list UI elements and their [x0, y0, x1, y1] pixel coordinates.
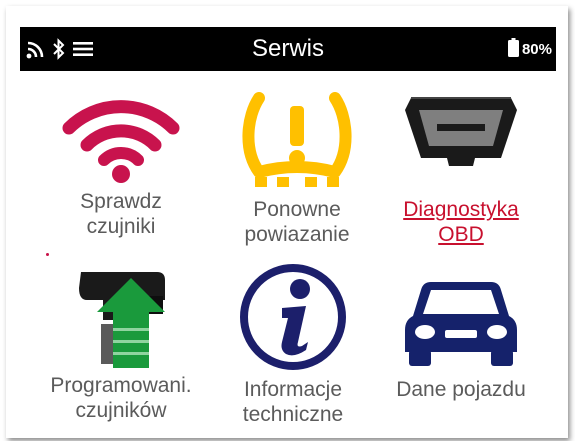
menu-item-label: Informacje techniczne [242, 378, 344, 426]
sensor-program-icon [41, 268, 201, 373]
menu-item-tech-info[interactable]: Informacje techniczne [213, 262, 373, 427]
menu-item-relearn[interactable]: Ponowne powiazanie [217, 92, 377, 247]
menu-item-label: Dane pojazdu [396, 378, 526, 401]
obd-connector-icon [381, 92, 541, 197]
status-bar: Serwis 80% [20, 27, 556, 71]
menu-item-label: Diagnostyka OBD [403, 198, 519, 246]
battery-icon [507, 37, 519, 61]
car-icon [381, 276, 541, 377]
battery-indicator: 80% [507, 37, 552, 61]
menu-item-obd[interactable]: Diagnostyka OBD [381, 92, 541, 247]
menu-item-check-sensors[interactable]: Sprawdz czujniki [41, 92, 201, 239]
menu-item-program-sensors[interactable]: Programowani. czujników [41, 268, 201, 423]
page-title: Serwis [251, 35, 324, 62]
menu-item-label: Ponowne powiazanie [244, 198, 350, 246]
info-icon [213, 262, 373, 377]
tpms-warning-icon [217, 92, 377, 197]
menu-item-label: Sprawdz czujniki [80, 190, 162, 238]
menu-item-label: Programowani. czujników [50, 374, 192, 422]
menu-item-vehicle-data[interactable]: Dane pojazdu [381, 276, 541, 402]
wifi-signal-icon [41, 92, 201, 189]
stray-mark [46, 253, 49, 256]
battery-level: 80% [521, 40, 552, 58]
